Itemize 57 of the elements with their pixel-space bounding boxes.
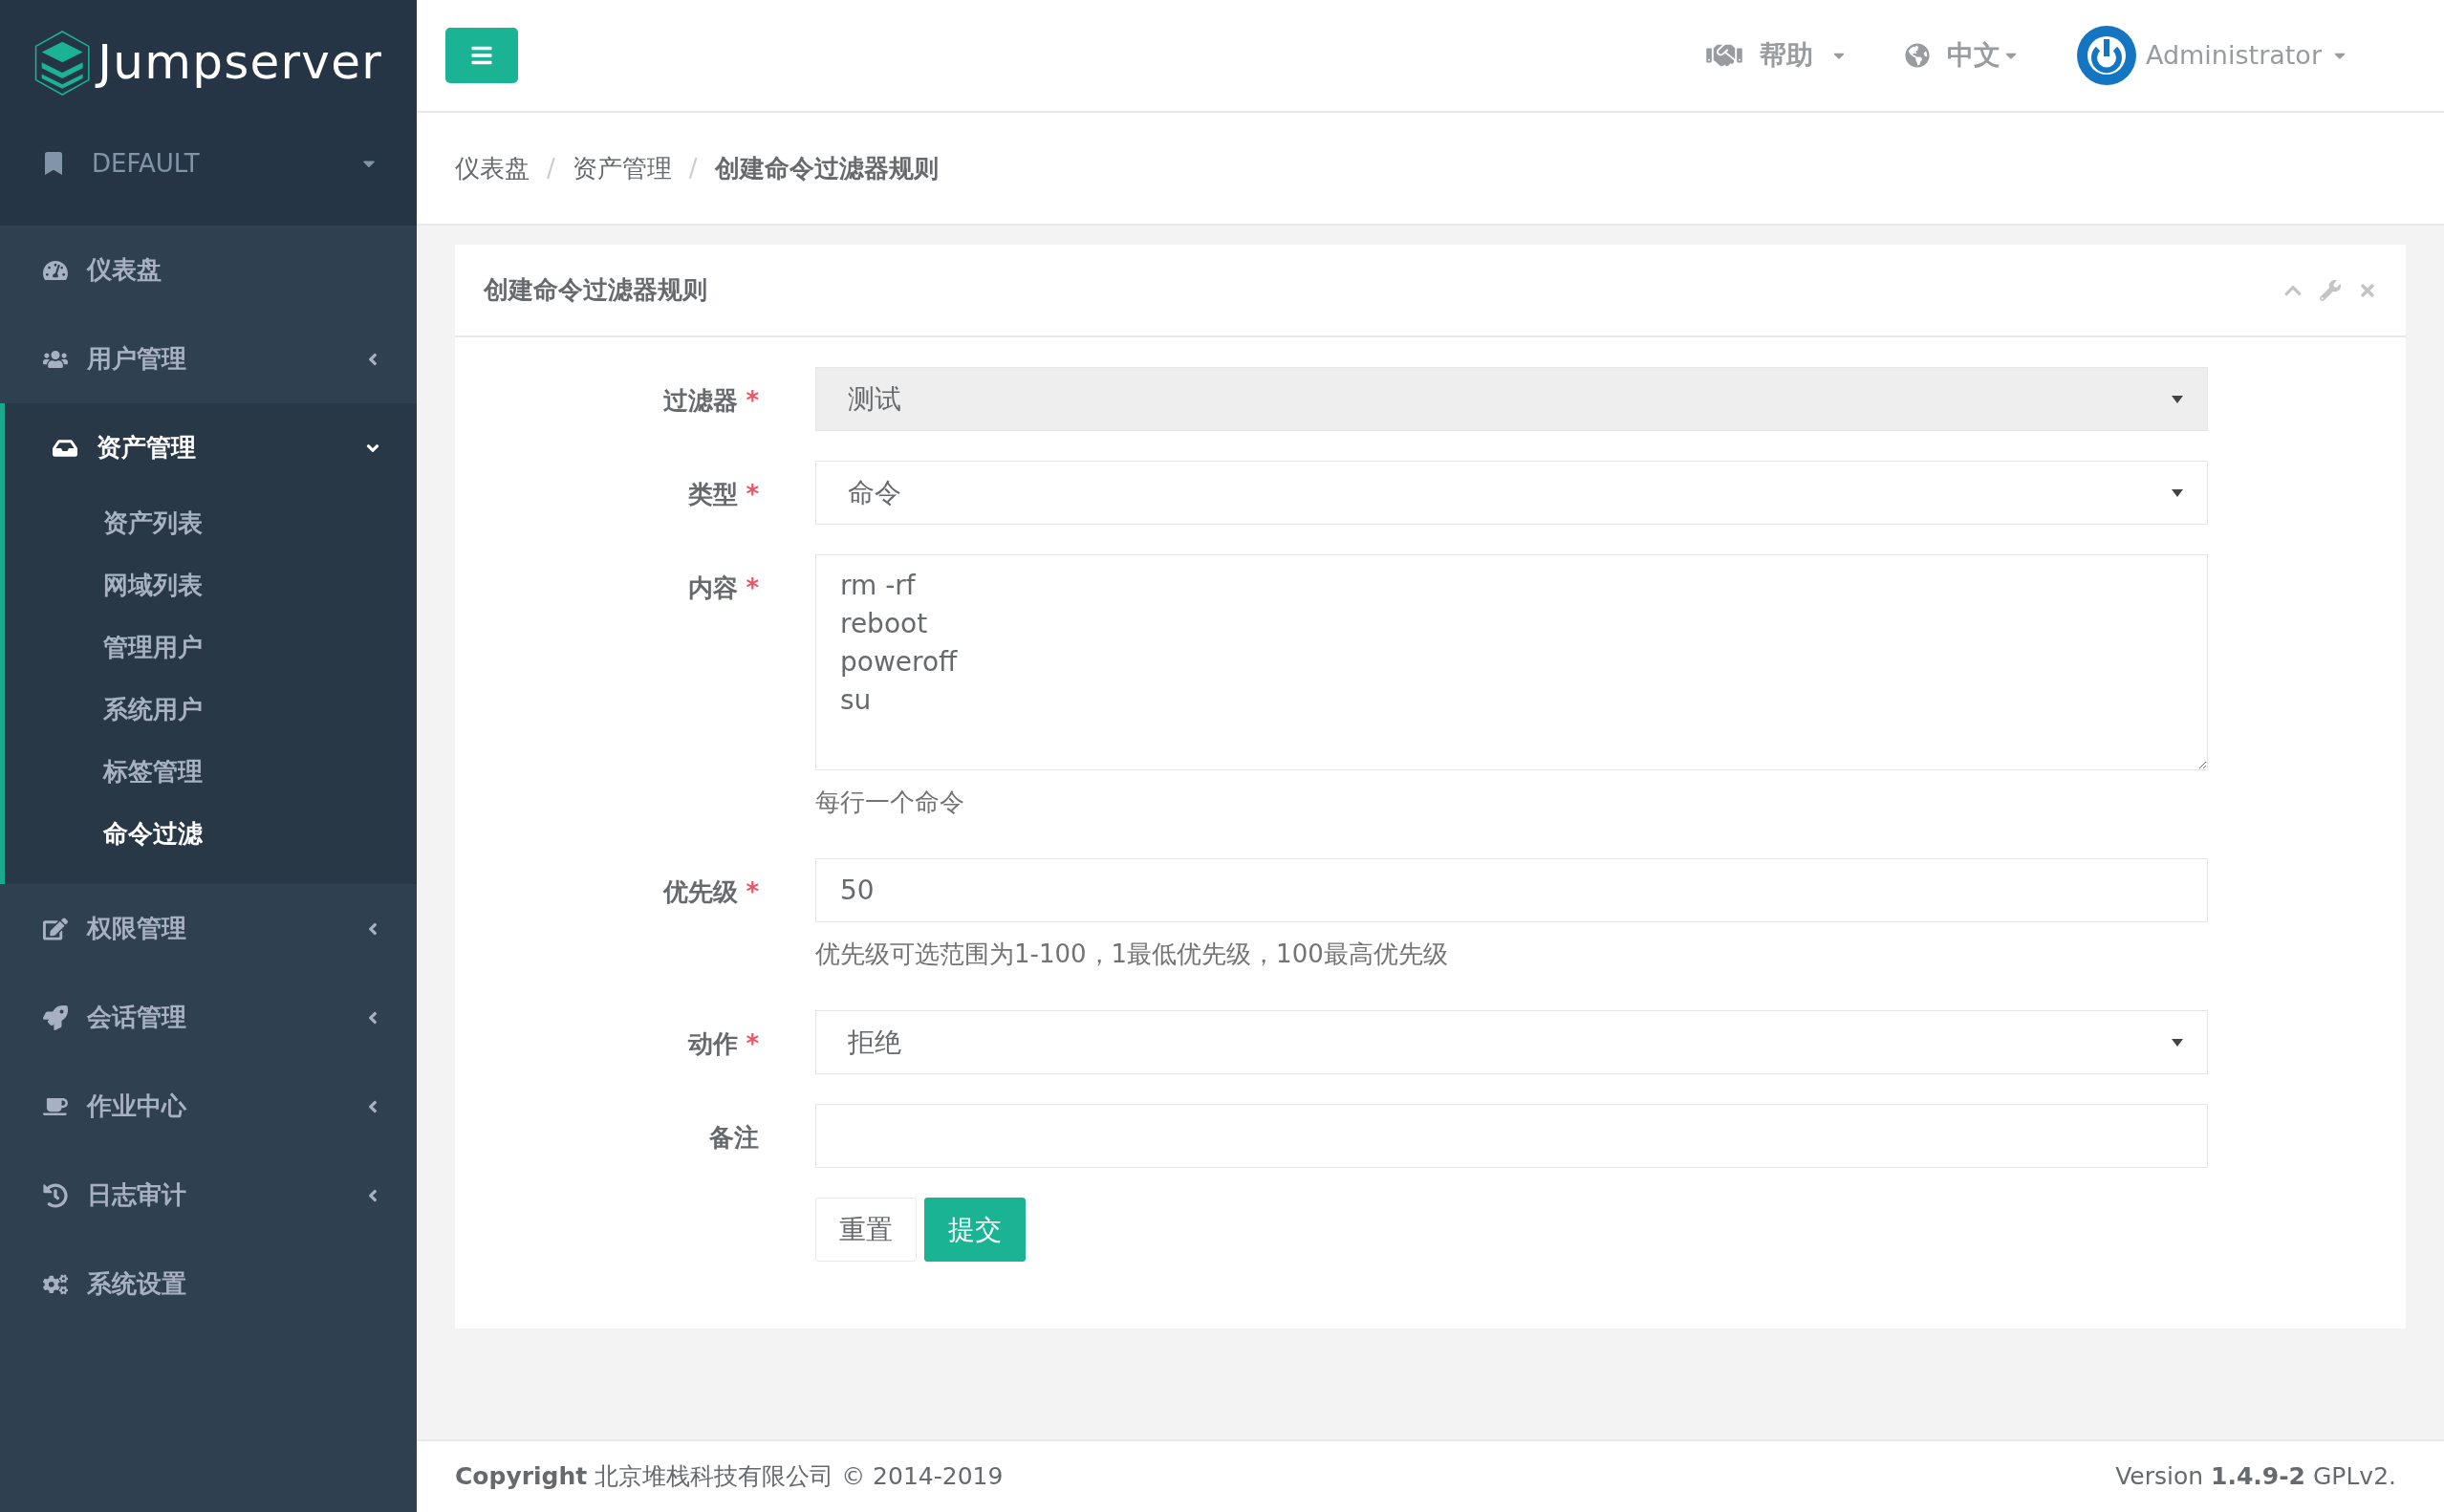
select-field[interactable]: 拒绝 bbox=[815, 1010, 2208, 1074]
nav-item[interactable]: 作业中心 bbox=[0, 1062, 417, 1151]
input-field[interactable] bbox=[815, 1104, 2208, 1168]
bookmark-icon bbox=[44, 152, 63, 175]
nav-subitem[interactable]: 标签管理 bbox=[5, 741, 417, 803]
breadcrumb-link[interactable]: 创建命令过滤器规则 bbox=[714, 149, 939, 187]
field-label: 类型 bbox=[688, 479, 739, 510]
nav-item[interactable]: 仪表盘 bbox=[0, 226, 417, 314]
field-label: 优先级 bbox=[663, 876, 739, 908]
breadcrumb-separator: / bbox=[688, 152, 698, 184]
menu-icon bbox=[470, 44, 493, 67]
org-selector[interactable]: DEFAULT bbox=[34, 135, 382, 192]
breadcrumb-link[interactable]: 资产管理 bbox=[572, 149, 672, 187]
caret-icon bbox=[2172, 488, 2183, 497]
nav-subitem[interactable]: 命令过滤 bbox=[5, 803, 417, 865]
nav-subitem[interactable]: 系统用户 bbox=[5, 679, 417, 741]
required-mark: * bbox=[746, 572, 759, 604]
reset-button[interactable]: 重置 bbox=[815, 1198, 917, 1262]
nav-item[interactable]: 会话管理 bbox=[0, 973, 417, 1062]
nav-item[interactable]: 权限管理 bbox=[0, 884, 417, 973]
nav-subitem[interactable]: 资产列表 bbox=[5, 492, 417, 554]
required-mark: * bbox=[746, 385, 759, 417]
copyright-text: Copyright 北京堆栈科技有限公司 © 2014-2019 bbox=[455, 1461, 1004, 1493]
menu-button[interactable] bbox=[445, 28, 518, 83]
field-label: 动作 bbox=[688, 1028, 739, 1060]
nav-item[interactable]: 系统设置 bbox=[0, 1240, 417, 1328]
textarea-field[interactable]: rm -rf reboot poweroff su bbox=[815, 554, 2208, 770]
edit-icon bbox=[43, 916, 68, 941]
globe-icon bbox=[1904, 43, 1930, 68]
nav-item[interactable]: 资产管理 bbox=[5, 403, 417, 492]
nav-item[interactable]: 用户管理 bbox=[0, 314, 417, 403]
breadcrumb-separator: / bbox=[547, 152, 555, 184]
breadcrumb-link[interactable]: 仪表盘 bbox=[455, 149, 530, 187]
required-mark: * bbox=[746, 876, 759, 908]
nav-subitem[interactable]: 网域列表 bbox=[5, 554, 417, 616]
required-mark: * bbox=[746, 1028, 759, 1060]
avatar-icon bbox=[2076, 26, 2136, 85]
caret-icon bbox=[2172, 1038, 2183, 1047]
required-mark: * bbox=[746, 479, 759, 510]
input-field[interactable]: 50 bbox=[815, 858, 2208, 922]
card-title: 创建命令过滤器规则 bbox=[484, 274, 707, 306]
rocket-icon bbox=[43, 1004, 68, 1030]
history-icon bbox=[43, 1182, 68, 1208]
field-label: 内容 bbox=[688, 572, 739, 604]
help-text: 优先级可选范围为1-100，1最低优先级，100最高优先级 bbox=[815, 939, 1449, 970]
language-menu[interactable]: 中文 bbox=[1904, 35, 2020, 76]
user-menu[interactable]: Administrator bbox=[2076, 26, 2348, 85]
nav-subitem[interactable]: 管理用户 bbox=[5, 616, 417, 679]
help-menu[interactable]: 帮助 bbox=[1705, 35, 1848, 76]
nav-item[interactable]: 日志审计 bbox=[0, 1151, 417, 1240]
version-text: Version 1.4.9-2 GPLv2. bbox=[2115, 1461, 2397, 1493]
field-label: 过滤器 bbox=[663, 385, 739, 417]
help-text: 每行一个命令 bbox=[815, 787, 965, 818]
select-field[interactable]: 命令 bbox=[815, 461, 2208, 525]
field-label: 备注 bbox=[709, 1122, 759, 1154]
caret-icon bbox=[2172, 395, 2183, 403]
wrench-icon[interactable] bbox=[2320, 279, 2341, 301]
